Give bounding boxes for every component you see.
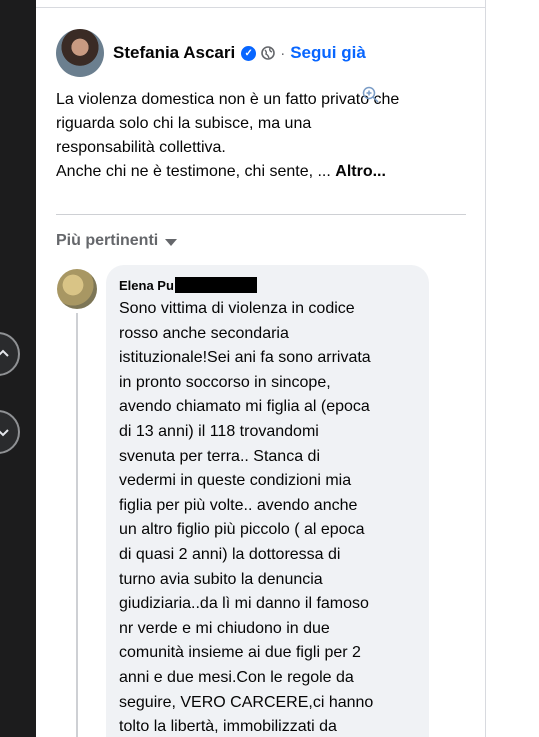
top-border [36,0,485,8]
header-separator: · [280,44,286,62]
comment-text: Sono vittima di violenza in codice rosso… [119,297,424,737]
comment-line: seguire, VERO CARCERE,ci hanno [119,693,374,711]
post-text-line: riguarda solo chi la subisce, ma una [56,115,312,132]
zoom-in-icon [362,86,379,103]
comment-line: giudiziaria..da lì mi danno il famoso [119,595,369,613]
comment-line: figlia per più volte.. avendo anche [119,496,358,514]
commenter-name-text: Elena Pu [119,277,174,293]
comment-bubble: Elena Pu Sono vittima di violenza in cod… [106,265,429,737]
commenter-avatar[interactable] [57,269,97,309]
comment-line: nr verde e mi chiudono in due [119,619,330,637]
comment-line: un altro figlio più piccolo ( al epoca [119,521,365,539]
post-text-truncated: Anche chi ne è testimone, chi sente, ... [56,163,331,180]
post-header: Stefania Ascari ✓ · Segui già [56,28,366,78]
comment-line: in pronto soccorso in sincope, [119,373,331,391]
comment-line: comunità insieme ai due figli per 2 [119,644,361,662]
thread-line [76,313,78,737]
comment-line: anni e due mesi.Con le regole da [119,668,354,686]
comments-filter-dropdown[interactable]: Più pertinenti [56,232,178,250]
post-text-line: La violenza domestica non è un fatto pri… [56,91,400,108]
chevron-up-icon [0,349,9,357]
see-more-link[interactable]: Altro... [335,163,386,180]
comment-line: turno avia subito la denuncia [119,570,323,588]
comment-line: istituzionale!Sei ani fa sono arrivata [119,349,371,367]
author-avatar[interactable] [56,29,104,77]
post-text-line: responsabilità collettiva. [56,139,226,156]
comment-line: rosso anche secondaria [119,324,289,342]
divider [56,214,466,215]
post-panel: Stefania Ascari ✓ · Segui già La violenz… [36,8,485,737]
globe-icon [261,46,276,60]
follow-button[interactable]: Segui già [290,43,366,63]
verified-badge-icon: ✓ [241,45,257,61]
comment-line: tolto la libertà, immobilizzati da [119,718,337,736]
chevron-down-icon [0,429,9,437]
comment-line: svenuta per terra.. Stanca di [119,447,320,465]
comment-line: di 13 anni) il 118 trovandomi [119,422,319,440]
comment-line: vedermi in queste condizioni mia [119,472,352,490]
commenter-name[interactable]: Elena Pu [119,277,257,293]
right-divider [485,0,486,737]
comment-line: di quasi 2 anni) la dottoressa di [119,545,341,563]
post-text-line: Anche chi ne è testimone, chi sente, ...… [56,160,476,184]
post-text: La violenza domestica non è un fatto pri… [56,88,476,184]
caret-down-icon [165,238,178,246]
comment-line: avendo chiamato mi figlia al (epoca [119,398,370,416]
redaction-bar [174,277,257,293]
comments-filter-label: Più pertinenti [56,232,159,249]
comment-line: Sono vittima di violenza in codice [119,300,355,317]
author-name[interactable]: Stefania Ascari [113,43,235,63]
